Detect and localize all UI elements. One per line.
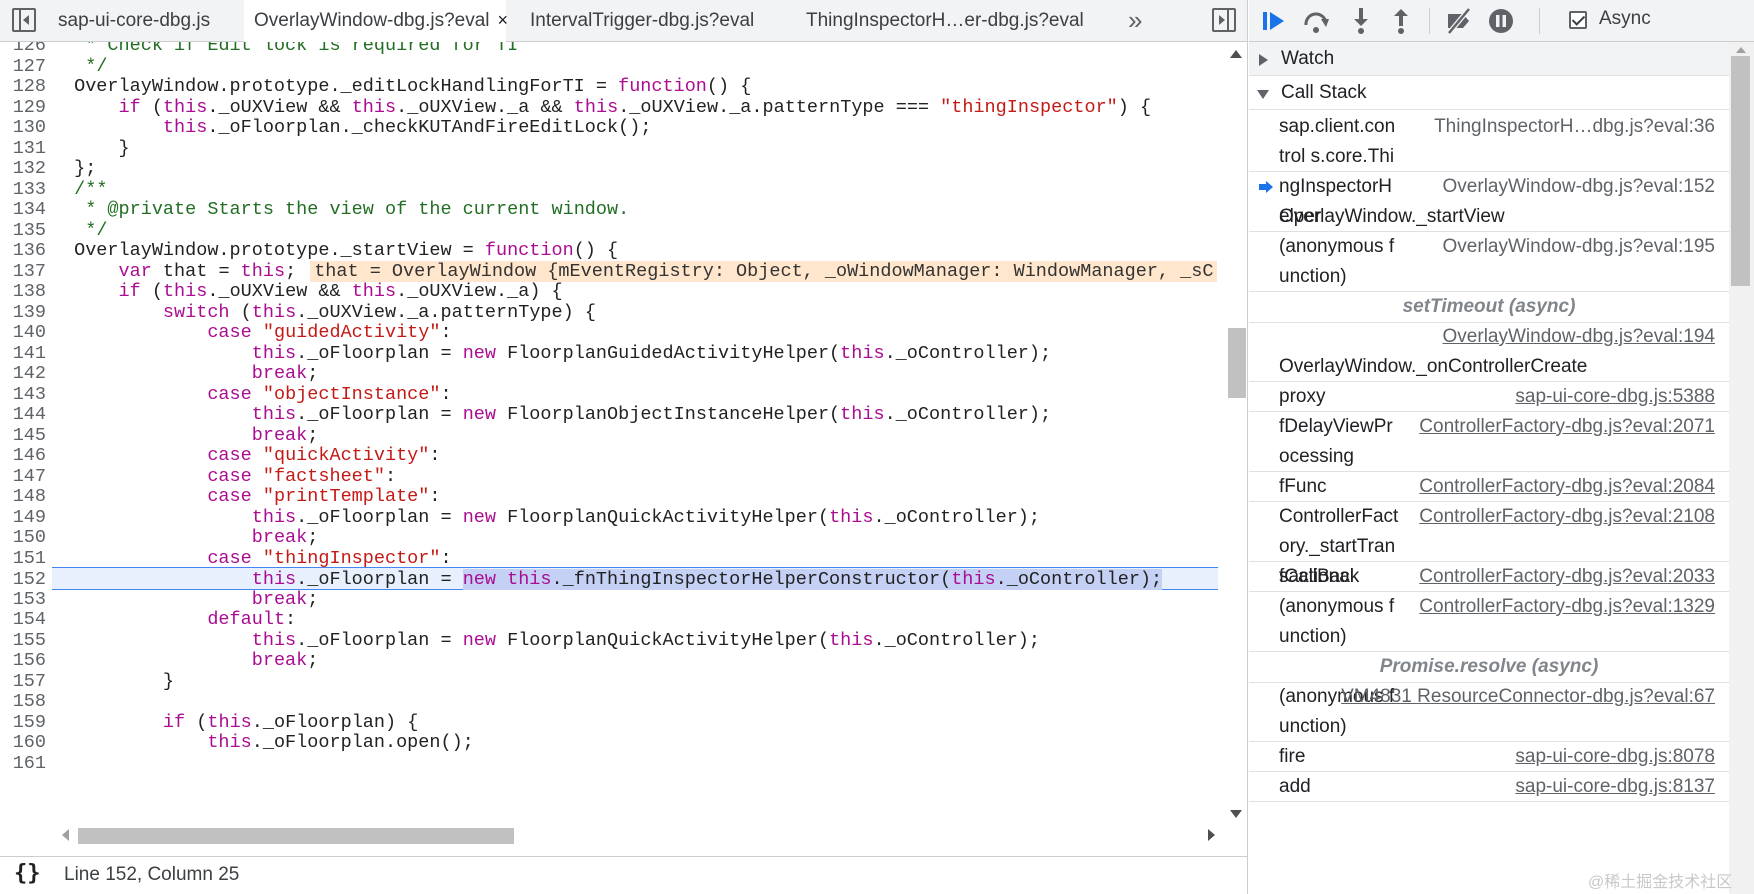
frame-function-name: (anonymous function) <box>1279 236 1395 287</box>
frame-source-location[interactable]: OverlayWindow-dbg.js?eval:152 <box>1443 172 1715 202</box>
frame-source-location[interactable]: sap-ui-core-dbg.js:5388 <box>1515 382 1715 412</box>
toggle-debugger-icon[interactable] <box>1212 8 1236 32</box>
frame-function-name: fDelayViewProcessing <box>1279 416 1393 467</box>
call-frame[interactable]: (anonymous function) VM4831 ResourceConne… <box>1249 682 1729 742</box>
tab-label: ThingInspectorH…er-dbg.js?eval <box>806 10 1084 31</box>
line-number[interactable]: 161 <box>0 752 46 775</box>
tab-thing-inspector-helper[interactable]: ThingInspectorH…er-dbg.js?eval <box>806 0 1084 41</box>
editor-status-bar: {} Line 152, Column 25 <box>0 856 1247 894</box>
scroll-thumb[interactable] <box>1228 328 1246 398</box>
call-stack-label: Call Stack <box>1281 82 1367 103</box>
expand-triangle-icon <box>1259 54 1268 66</box>
frame-source-location[interactable]: ControllerFactory-dbg.js?eval:2108 <box>1419 502 1715 532</box>
toolbar-separator <box>1429 8 1430 34</box>
debugger-sidebar: Async Watch Call Stack sap.client.contro… <box>1249 0 1754 894</box>
code-area[interactable]: 126 * Check if Edit lock is required for… <box>0 42 1218 824</box>
deactivate-breakpoints-icon[interactable] <box>1443 5 1475 37</box>
async-boundary-label: setTimeout (async) <box>1249 292 1729 323</box>
tab-label: OverlayWindow-dbg.js?eval <box>254 10 490 31</box>
call-frame[interactable]: sap.client.control s.core.ThingInspector… <box>1249 112 1729 227</box>
toolbar-separator <box>1539 8 1540 34</box>
pretty-print-button[interactable]: {} <box>14 861 41 886</box>
call-frame[interactable]: (anonymous function) OverlayWindow-dbg.js… <box>1249 232 1729 292</box>
step-out-icon[interactable] <box>1385 5 1417 37</box>
frame-function-name: fire <box>1279 746 1306 767</box>
editor-horizontal-scrollbar[interactable] <box>52 824 1222 846</box>
watermark: @稀土掘金技术社区 <box>1588 874 1733 891</box>
frame-function-name: fFunc <box>1279 476 1327 497</box>
tab-overlay-window[interactable]: OverlayWindow-dbg.js?eval × <box>244 0 509 42</box>
call-frame[interactable]: add sap-ui-core-dbg.js:8137 <box>1249 772 1729 802</box>
call-frame[interactable]: OverlayWindow._onControllerCreate Overlay… <box>1249 322 1729 382</box>
call-frame[interactable]: fCallBack ControllerFactory-dbg.js?eval:2… <box>1249 562 1729 592</box>
editor-tab-bar: sap-ui-core-dbg.js OverlayWindow-dbg.js?… <box>0 0 1247 42</box>
watch-label: Watch <box>1281 48 1335 69</box>
step-into-icon[interactable] <box>1345 5 1377 37</box>
editor-vertical-scrollbar[interactable] <box>1222 42 1247 824</box>
scroll-down-icon[interactable] <box>1230 810 1242 818</box>
scroll-up-icon[interactable] <box>1230 50 1242 58</box>
tab-label: sap-ui-core-dbg.js <box>58 10 211 31</box>
async-label: Async <box>1599 8 1651 29</box>
frame-source-location[interactable]: sap-ui-core-dbg.js:8137 <box>1515 772 1715 802</box>
source-editor-pane: sap-ui-core-dbg.js OverlayWindow-dbg.js?… <box>0 0 1248 894</box>
frame-function-name: (anonymous function) <box>1279 596 1395 647</box>
frame-source-location[interactable]: ControllerFactory-dbg.js?eval:2033 <box>1419 562 1715 592</box>
resume-icon[interactable] <box>1257 5 1289 37</box>
tab-label: IntervalTrigger-dbg.js?eval <box>530 10 755 31</box>
call-frame[interactable]: OverlayWindow._startView OverlayWindow-db… <box>1249 172 1729 232</box>
close-tab-icon[interactable]: × <box>498 10 509 30</box>
frame-source-location[interactable]: VM4831 ResourceConnector-dbg.js?eval:67 <box>1341 682 1715 712</box>
call-frame[interactable]: (anonymous function) ControllerFactory-db… <box>1249 592 1729 652</box>
collapse-triangle-icon <box>1257 90 1269 99</box>
async-boundary-label: Promise.resolve (async) <box>1249 652 1729 683</box>
frame-function-name: fCallBack <box>1279 566 1360 587</box>
call-stack-section-header[interactable]: Call Stack <box>1249 76 1754 110</box>
scroll-right-icon[interactable] <box>1208 829 1215 841</box>
tab-sap-ui-core[interactable]: sap-ui-core-dbg.js <box>52 0 216 41</box>
line-number[interactable]: 151 <box>0 547 46 570</box>
toggle-navigator-icon[interactable] <box>12 8 36 32</box>
async-checkbox[interactable] <box>1569 11 1587 29</box>
frame-function-name: OverlayWindow._onControllerCreate <box>1279 356 1588 377</box>
cursor-position: Line 152, Column 25 <box>64 864 240 885</box>
code-line[interactable]: 161 <box>0 752 1218 775</box>
call-frame[interactable]: ControllerFactory._startTransactional Con… <box>1249 502 1729 587</box>
scroll-up-icon[interactable] <box>1736 47 1746 53</box>
frame-source-location[interactable]: ControllerFactory-dbg.js?eval:2084 <box>1419 472 1715 502</box>
more-tabs-icon[interactable]: » <box>1128 0 1142 42</box>
frame-source-location[interactable]: sap-ui-core-dbg.js:8078 <box>1515 742 1715 772</box>
scroll-left-icon[interactable] <box>62 829 69 841</box>
current-frame-arrow-icon <box>1259 181 1273 193</box>
scroll-thumb[interactable] <box>1731 56 1750 286</box>
frame-source-location[interactable]: ControllerFactory-dbg.js?eval:1329 <box>1419 592 1715 622</box>
frame-source-location[interactable]: OverlayWindow-dbg.js?eval:194 <box>1443 322 1715 352</box>
pause-on-exceptions-icon[interactable] <box>1485 5 1517 37</box>
frame-source-location[interactable]: ControllerFactory-dbg.js?eval:2071 <box>1419 412 1715 442</box>
call-frame[interactable]: fFunc ControllerFactory-dbg.js?eval:2084 <box>1249 472 1729 502</box>
frame-function-name: proxy <box>1279 386 1326 407</box>
frame-function-name: add <box>1279 776 1311 797</box>
tab-interval-trigger[interactable]: IntervalTrigger-dbg.js?eval <box>530 0 754 41</box>
frame-source-location[interactable]: ThingInspectorH…dbg.js?eval:36 <box>1434 112 1715 142</box>
call-frame[interactable]: fDelayViewProcessing ControllerFactory-db… <box>1249 412 1729 472</box>
call-frame[interactable]: proxy sap-ui-core-dbg.js:5388 <box>1249 382 1729 412</box>
call-frame[interactable]: fire sap-ui-core-dbg.js:8078 <box>1249 742 1729 772</box>
watch-section-header[interactable]: Watch <box>1249 42 1754 76</box>
frame-function-name: OverlayWindow._startView <box>1279 206 1505 227</box>
debugger-toolbar: Async <box>1249 0 1754 42</box>
sidebar-scrollbar[interactable] <box>1729 42 1754 894</box>
frame-source-location[interactable]: OverlayWindow-dbg.js?eval:195 <box>1443 232 1715 262</box>
step-over-icon[interactable] <box>1300 5 1332 37</box>
scroll-thumb[interactable] <box>78 828 514 844</box>
